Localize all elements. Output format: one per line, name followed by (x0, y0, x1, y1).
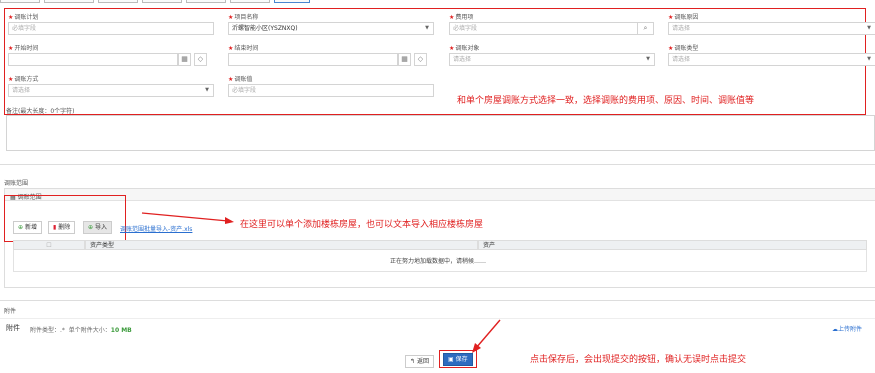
range-section-title: 调账范围 (4, 180, 29, 187)
remark-textarea[interactable] (6, 115, 875, 151)
end-time-input[interactable] (228, 53, 398, 66)
import-icon: ⊕ (88, 224, 94, 231)
project-label: ★项目名称 (228, 14, 259, 21)
plan-label: ★调账计划 (8, 14, 39, 21)
attachments-label: 附件 (6, 324, 20, 332)
fee-item-input[interactable]: 必填字段 (449, 22, 638, 35)
method-select[interactable]: 请选择 ▼ (8, 84, 214, 97)
annotation-arrow (141, 212, 234, 224)
end-time-label: ★结束时间 (228, 45, 259, 52)
plan-input[interactable]: 必填字段 (8, 22, 214, 35)
top-tab-strip (0, 0, 875, 4)
template-download-link[interactable]: 调账范围批量导入-资产.xls (120, 224, 192, 233)
form-annotation: 和单个房屋调账方式选择一致，选择调账的费用项、原因、时间、调账值等 (457, 96, 755, 106)
calendar-icon[interactable]: ▦ (398, 53, 411, 66)
attachments-info: 附件类型：.* 单个附件大小：10 MB (30, 327, 132, 334)
method-label: ★调账方式 (8, 76, 39, 83)
back-button[interactable]: ↰ 返回 (405, 355, 434, 368)
attachments-section-title: 附件 (4, 308, 17, 315)
chevron-down-icon: ▼ (205, 87, 209, 93)
upload-attachment-button[interactable]: ☁上传附件 (832, 324, 862, 333)
reason-label: ★调账原因 (668, 14, 699, 21)
table-header-asset-type: 资产类型 (85, 240, 478, 250)
amount-input[interactable]: 必填字段 (228, 84, 434, 97)
table-header-checkbox[interactable]: ☐ (13, 240, 85, 250)
start-time-input[interactable] (8, 53, 178, 66)
clear-icon[interactable]: ◇ (414, 53, 427, 66)
back-arrow-icon: ↰ (410, 358, 416, 365)
annotation-arrow (472, 319, 501, 353)
fee-item-label: ★费用项 (449, 14, 474, 21)
range-annotation: 在这里可以单个添加楼栋房屋，也可以文本导入相应楼栋房屋 (240, 220, 484, 230)
amount-label: ★调账值 (228, 76, 253, 83)
calendar-icon[interactable]: ▦ (178, 53, 191, 66)
range-section-header (0, 164, 875, 165)
clear-icon[interactable]: ◇ (194, 53, 207, 66)
range-panel-header (5, 189, 875, 201)
adjust-type-select[interactable]: 请选择 ▼ (668, 53, 875, 66)
table-header-asset: 资产 (478, 240, 867, 250)
delete-button[interactable]: ▮ 删除 (48, 221, 76, 234)
save-icon: ▣ (448, 356, 454, 363)
range-panel (4, 188, 875, 288)
start-time-label: ★开始时间 (8, 45, 39, 52)
project-select[interactable]: 沂螺智能小区(YSZNXQ) ▼ (228, 22, 434, 35)
target-label: ★调账对象 (449, 45, 480, 52)
loading-text: 正在努力地加载数据中，请稍候…… (390, 258, 487, 265)
remark-label: 备注(最大长度：0个字符) (6, 108, 75, 115)
chevron-down-icon: ▼ (867, 25, 871, 31)
trash-icon: ▮ (53, 224, 57, 231)
save-button[interactable]: ▣ 保存 (443, 353, 473, 366)
search-icon[interactable]: ⌕ (637, 22, 654, 35)
range-highlight-box (4, 195, 126, 242)
chevron-down-icon: ▼ (646, 56, 650, 62)
chevron-down-icon: ▼ (867, 56, 871, 62)
adjust-type-label: ★调账类型 (668, 45, 699, 52)
add-icon: ⊕ (18, 224, 24, 231)
add-button[interactable]: ⊕ 新增 (13, 221, 42, 234)
attachments-divider (0, 300, 875, 301)
import-button[interactable]: ⊕ 导入 (83, 221, 112, 234)
chevron-down-icon: ▼ (425, 25, 429, 31)
attachments-row (0, 318, 875, 319)
reason-select[interactable]: 请选择 ▼ (668, 22, 875, 35)
target-select[interactable]: 请选择 ▼ (449, 53, 655, 66)
save-annotation: 点击保存后，会出现提交的按钮，确认无误时点击提交 (530, 355, 747, 365)
